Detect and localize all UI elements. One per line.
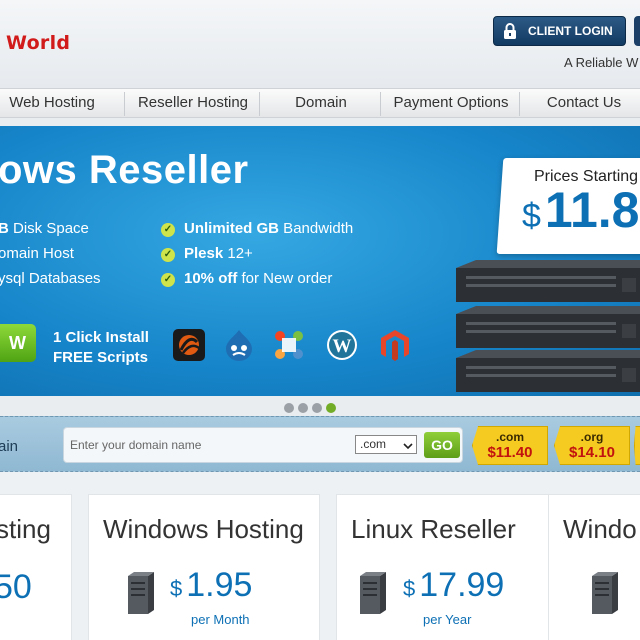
server-rack-illustration bbox=[446, 258, 640, 396]
one-click-install-text: 1 Click Install FREE Scripts bbox=[53, 328, 149, 368]
slider-dot[interactable] bbox=[298, 403, 308, 413]
nav-reseller-hosting[interactable]: Reseller Hosting bbox=[130, 89, 256, 117]
server-icon bbox=[358, 570, 388, 614]
nav-divider bbox=[380, 92, 381, 116]
server-icon bbox=[126, 570, 156, 614]
lock-icon bbox=[500, 21, 520, 41]
order-now-button[interactable]: W bbox=[0, 324, 36, 362]
server-icon bbox=[590, 570, 620, 614]
plan-title: Windows Hosting bbox=[103, 514, 304, 544]
domain-search-bar: ain .com GO .com $11.40 .org $14.10 bbox=[0, 416, 640, 472]
chevron-down-icon bbox=[403, 439, 413, 456]
hero-banner[interactable]: ows Reseller B Disk Space omain Host ysq… bbox=[0, 126, 640, 396]
client-login-button[interactable]: CLIENT LOGIN bbox=[493, 16, 626, 46]
plan-title: Windo bbox=[563, 514, 637, 544]
tld-select[interactable]: .com bbox=[355, 435, 417, 454]
plan-price: 50 bbox=[0, 568, 32, 606]
domain-search-label: ain bbox=[0, 438, 19, 455]
feature-bandwidth: Unlimited GB Bandwidth bbox=[184, 220, 354, 237]
banner-title: ows Reseller bbox=[0, 148, 249, 192]
drupal-icon bbox=[222, 328, 256, 362]
plan-price: $1.95 bbox=[170, 566, 253, 604]
nav-contact-us[interactable]: Contact Us bbox=[525, 89, 640, 117]
feature-disk-space: B Disk Space bbox=[0, 220, 89, 237]
main-nav: Web Hosting Reseller Hosting Domain Paym… bbox=[0, 88, 640, 118]
wordpress-icon: W bbox=[325, 328, 359, 362]
svg-text:W: W bbox=[333, 336, 352, 357]
magento-icon bbox=[378, 328, 412, 362]
install-line-1: 1 Click Install bbox=[53, 329, 149, 346]
nav-domain[interactable]: Domain bbox=[265, 89, 377, 117]
feature-mysql-databases: ysql Databases bbox=[0, 270, 101, 287]
hosting-plans-section bbox=[0, 472, 640, 640]
tld-select-value: .com bbox=[360, 437, 387, 451]
tagline: A Reliable W bbox=[564, 55, 639, 70]
nav-divider bbox=[124, 92, 125, 116]
install-line-2: FREE Scripts bbox=[53, 349, 149, 366]
slider-dot[interactable] bbox=[284, 403, 294, 413]
plan-title: sting bbox=[0, 514, 51, 544]
feature-domain-host: omain Host bbox=[0, 245, 74, 262]
plan-title: Linux Reseller bbox=[351, 514, 516, 544]
feature-plesk: Plesk 12+ bbox=[184, 245, 253, 262]
tld-price-tag-org[interactable]: .org $14.10 bbox=[554, 426, 630, 465]
check-icon: ✓ bbox=[161, 248, 175, 262]
tld-price-tag-partial[interactable] bbox=[634, 426, 640, 465]
check-icon: ✓ bbox=[161, 223, 175, 237]
nav-web-hosting[interactable]: Web Hosting bbox=[6, 89, 98, 117]
feature-discount: 10% off for New order bbox=[184, 270, 333, 287]
plan-period: per Month bbox=[191, 612, 250, 627]
forum-app-icon bbox=[172, 328, 206, 362]
tld-price-tag-com[interactable]: .com $11.40 bbox=[472, 426, 548, 465]
nav-divider bbox=[519, 92, 520, 116]
slider-dot[interactable] bbox=[312, 403, 322, 413]
domain-name-input[interactable] bbox=[70, 433, 340, 457]
go-button[interactable]: GO bbox=[424, 432, 460, 458]
logo[interactable]: World bbox=[6, 32, 70, 54]
price-value: $11.8 bbox=[522, 182, 640, 238]
nav-divider bbox=[259, 92, 260, 116]
client-login-label: CLIENT LOGIN bbox=[528, 24, 613, 38]
secondary-header-button[interactable] bbox=[634, 16, 640, 46]
slider-dots bbox=[284, 403, 336, 413]
slider-dot-active[interactable] bbox=[326, 403, 336, 413]
plan-price: $17.99 bbox=[403, 566, 505, 604]
plan-period: per Year bbox=[423, 612, 472, 627]
check-icon: ✓ bbox=[161, 273, 175, 287]
site-header: World CLIENT LOGIN A Reliable W bbox=[0, 0, 640, 88]
joomla-icon bbox=[272, 328, 306, 362]
nav-payment-options[interactable]: Payment Options bbox=[386, 89, 516, 117]
